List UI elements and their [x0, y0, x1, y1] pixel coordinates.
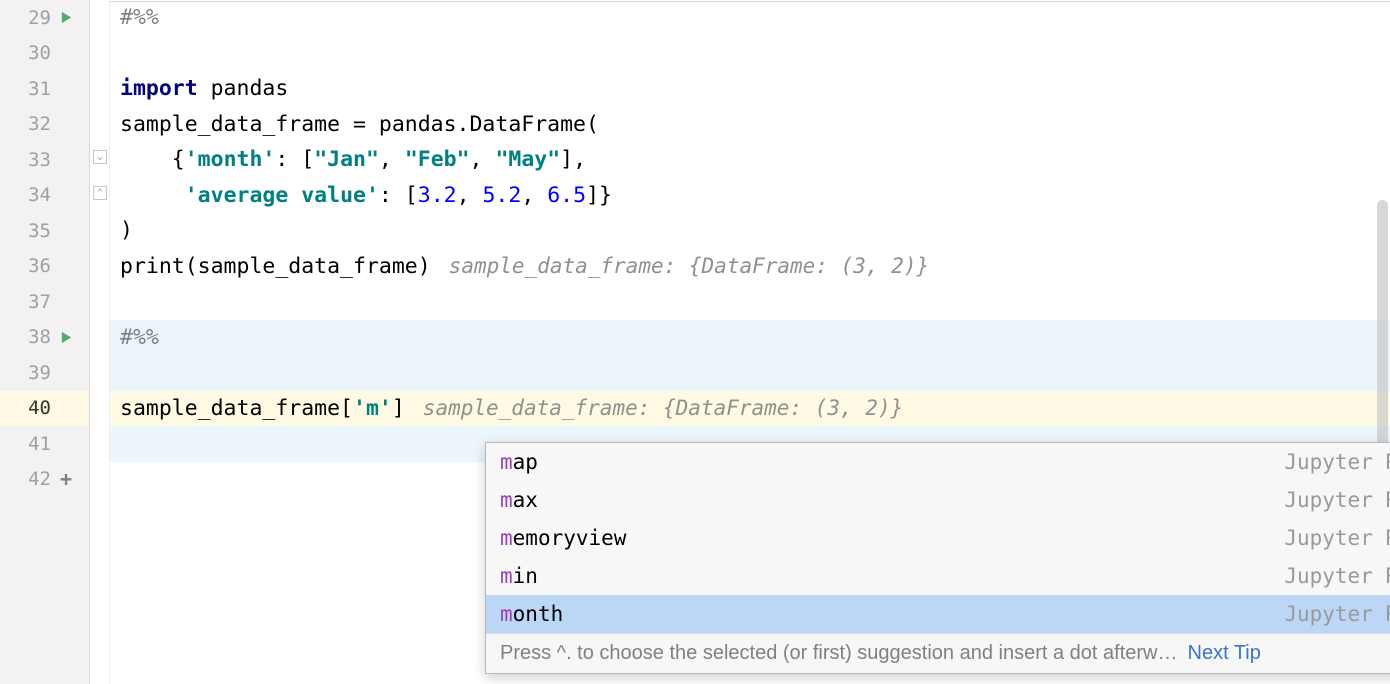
completion-item[interactable]: min Jupyter Runtime: [486, 557, 1390, 595]
fold-column: ⌄ ⌃: [90, 0, 110, 684]
code-line[interactable]: import pandas: [110, 71, 1390, 107]
gutter-row[interactable]: 35: [0, 213, 89, 249]
line-number: 34: [17, 184, 51, 206]
code-line[interactable]: 'average value': [3.2, 5.2, 6.5]}: [110, 178, 1390, 214]
inlay-hint: sample_data_frame: {DataFrame: (3, 2)}: [449, 254, 929, 278]
code-line[interactable]: ): [110, 213, 1390, 249]
run-cell-icon[interactable]: [51, 330, 81, 345]
completion-source: Jupyter Runtime: [1284, 564, 1390, 588]
line-number: 31: [17, 78, 51, 100]
code-line[interactable]: {'month': ["Jan", "Feb", "May"],: [110, 142, 1390, 178]
fold-handle-icon[interactable]: ⌄: [93, 150, 107, 164]
line-number: 41: [17, 433, 51, 455]
gutter-row[interactable]: 33: [0, 142, 89, 178]
completion-hint-bar: Press ^. to choose the selected (or firs…: [486, 633, 1390, 673]
code-editor: 29 30 31 32 33 34 35 36 37 38 39 40 41 4…: [0, 0, 1390, 684]
line-number: 35: [17, 220, 51, 242]
completion-item[interactable]: memoryview Jupyter Runtime: [486, 519, 1390, 557]
gutter-row[interactable]: 29: [0, 0, 89, 36]
line-number: 36: [17, 255, 51, 277]
line-number: 39: [17, 362, 51, 384]
code-line[interactable]: [110, 284, 1390, 320]
line-number: 37: [17, 291, 51, 313]
gutter-row[interactable]: 37: [0, 284, 89, 320]
next-tip-link[interactable]: Next Tip: [1188, 642, 1261, 665]
gutter-row[interactable]: 34: [0, 178, 89, 214]
line-number: 32: [17, 113, 51, 135]
code-line[interactable]: #%%: [110, 0, 1390, 36]
completion-item[interactable]: max Jupyter Runtime: [486, 481, 1390, 519]
completion-item[interactable]: month Jupyter Runtime: [486, 595, 1390, 633]
hint-text: Press ^. to choose the selected (or firs…: [500, 642, 1178, 665]
gutter-row[interactable]: 31: [0, 71, 89, 107]
code-line[interactable]: sample_data_frame['m']sample_data_frame:…: [110, 391, 1390, 427]
run-cell-icon[interactable]: [51, 10, 81, 25]
fold-handle-icon[interactable]: ⌃: [93, 186, 107, 200]
add-cell-icon[interactable]: +: [51, 467, 81, 491]
completion-source: Jupyter Runtime: [1284, 526, 1390, 550]
gutter-row[interactable]: 41: [0, 426, 89, 462]
code-area[interactable]: #%% import pandas sample_data_frame = pa…: [110, 0, 1390, 684]
code-line[interactable]: print(sample_data_frame)sample_data_fram…: [110, 249, 1390, 285]
code-line[interactable]: [110, 36, 1390, 72]
line-number: 40: [17, 397, 51, 419]
gutter-row[interactable]: 42 +: [0, 462, 89, 498]
gutter-row[interactable]: 32: [0, 107, 89, 143]
code-line[interactable]: sample_data_frame = pandas.DataFrame(: [110, 107, 1390, 143]
gutter-row[interactable]: 30: [0, 36, 89, 72]
completion-source: Jupyter Runtime: [1284, 602, 1390, 626]
completion-source: Jupyter Runtime: [1284, 488, 1390, 512]
inlay-hint: sample_data_frame: {DataFrame: (3, 2)}: [423, 396, 903, 420]
gutter-row[interactable]: 36: [0, 249, 89, 285]
gutter-row[interactable]: 38: [0, 320, 89, 356]
line-number: 42: [17, 468, 51, 490]
completion-item[interactable]: map Jupyter Runtime: [486, 443, 1390, 481]
gutter-row[interactable]: 40: [0, 391, 89, 427]
line-number: 38: [17, 326, 51, 348]
gutter: 29 30 31 32 33 34 35 36 37 38 39 40 41 4…: [0, 0, 90, 684]
code-line[interactable]: #%%: [110, 320, 1390, 356]
code-line[interactable]: [110, 355, 1390, 391]
gutter-row[interactable]: 39: [0, 355, 89, 391]
line-number: 29: [17, 7, 51, 29]
line-number: 30: [17, 42, 51, 64]
completion-source: Jupyter Runtime: [1284, 450, 1390, 474]
completion-popup: map Jupyter Runtime max Jupyter Runtime …: [485, 442, 1390, 674]
vertical-scrollbar[interactable]: [1377, 200, 1388, 460]
line-number: 33: [17, 149, 51, 171]
